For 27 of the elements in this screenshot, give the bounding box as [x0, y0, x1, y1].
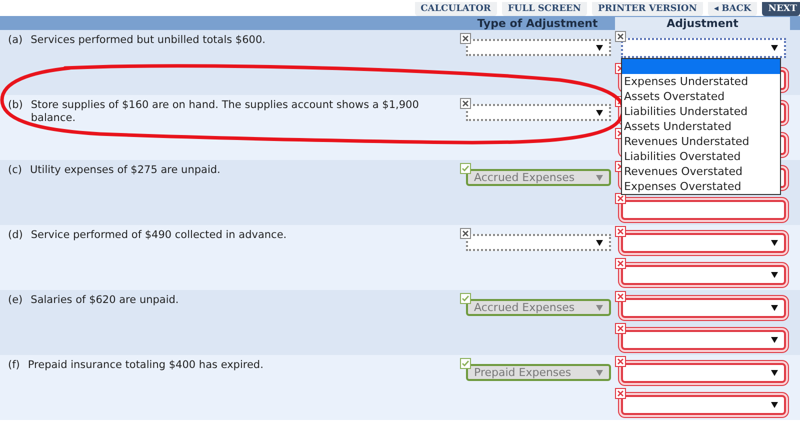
question-text: Prepaid insurance totaling $400 has expired.: [28, 359, 264, 373]
question-text: Salaries of $620 are unpaid.: [30, 294, 179, 308]
dropdown-option[interactable]: Liabilities Understated: [622, 104, 780, 119]
column-header: Type of Adjustment: [476, 18, 599, 30]
toolbar-button[interactable]: PRINTER VERSION: [592, 2, 703, 16]
dropdown-option[interactable]: Revenues Understated: [622, 134, 780, 149]
toolbar-button[interactable]: CALCULATOR: [414, 2, 497, 16]
dropdown-option[interactable]: Assets Understated: [622, 119, 780, 134]
item-letter: (e): [8, 294, 23, 308]
item-letter: (a): [8, 34, 23, 48]
question-text: Utility expenses of $275 are unpaid.: [30, 164, 220, 178]
toolbar-button[interactable]: FULL SCREEN: [502, 2, 588, 16]
dropdown-option[interactable]: Expenses Understated: [622, 74, 780, 89]
question-text: Service performed of $490 collected in advance.: [30, 229, 287, 243]
toolbar-button[interactable]: ◂ BACK: [708, 2, 758, 16]
question-text: Store supplies of $160 are on hand. The supplies account shows a $1,900 balance.: [30, 99, 420, 126]
dropdown-option[interactable]: Revenues Overstated: [622, 164, 780, 179]
item-letter: (f): [8, 359, 20, 373]
question-text: Services performed but unbilled totals $600.: [30, 34, 266, 48]
column-header: Adjustment: [615, 17, 790, 30]
dropdown-option[interactable]: Expenses Overstated: [622, 179, 780, 194]
dropdown-option[interactable]: Assets Overstated: [622, 89, 780, 104]
item-letter: (c): [8, 164, 22, 178]
item-letter: (d): [8, 229, 23, 243]
toolbar-button[interactable]: NEXT: [762, 2, 800, 16]
item-letter: (b): [8, 99, 23, 113]
dropdown-option[interactable]: Liabilities Overstated: [622, 149, 780, 164]
